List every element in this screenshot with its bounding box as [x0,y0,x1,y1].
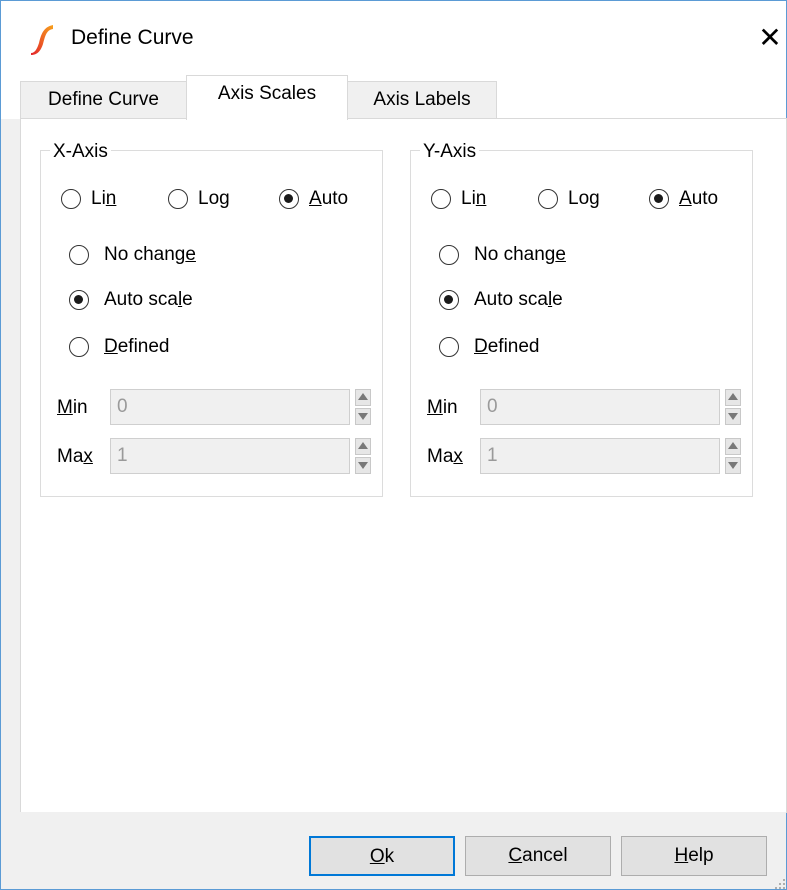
y-axis-max-label: Max [427,446,463,467]
x-axis-min-label: Min [57,397,88,418]
y-axis-scale-radio-1[interactable] [538,189,558,209]
x-axis-min-spinner[interactable] [355,389,371,425]
x-axis-range-label-0: No change [104,244,196,265]
y-axis-max-spinner[interactable] [725,438,741,474]
y-axis-title: Y-Axis [420,141,480,163]
x-axis-min-input[interactable]: 0 [110,389,350,425]
window-title: Define Curve [71,26,194,49]
x-axis-scale-label-0: Lin [91,188,117,209]
y-axis-scale-label-2: Auto [679,188,719,209]
x-axis-max-input[interactable]: 1 [110,438,350,474]
x-axis-scale-label-1: Log [198,188,230,209]
y-axis-scale-label-1: Log [568,188,600,209]
help-button[interactable]: Help [621,836,767,876]
spin-down-icon[interactable] [355,457,371,474]
tab-define-curve[interactable]: Define Curve [20,81,187,118]
app-logo-icon [31,25,53,55]
tab-axis-labels[interactable]: Axis Labels [347,81,497,118]
x-axis-range-label-1: Auto scale [104,289,193,310]
x-axis-scale-label-2: Auto [309,188,349,209]
y-axis-max-input[interactable]: 1 [480,438,720,474]
x-axis-range-radio-2[interactable] [69,337,89,357]
spin-up-icon[interactable] [355,389,371,406]
spin-down-icon[interactable] [725,408,741,425]
title-bar: Define Curve ✕ [1,1,786,77]
y-axis-range-radio-0[interactable] [439,245,459,265]
x-axis-scale-radio-0[interactable] [61,189,81,209]
y-axis-range-label-2: Defined [474,336,540,357]
tab-axis-scales[interactable]: Axis Scales [186,75,348,120]
x-axis-max-label: Max [57,446,93,467]
spin-up-icon[interactable] [355,438,371,455]
y-axis-scale-radio-2[interactable] [649,189,669,209]
spin-down-icon[interactable] [355,408,371,425]
x-axis-range-radio-1[interactable] [69,290,89,310]
spin-up-icon[interactable] [725,389,741,406]
x-axis-max-spinner[interactable] [355,438,371,474]
y-axis-scale-radio-0[interactable] [431,189,451,209]
resize-grip-icon[interactable] [774,877,786,889]
x-axis-range-label-2: Defined [104,336,170,357]
x-axis-title: X-Axis [50,141,111,163]
cancel-button[interactable]: Cancel [465,836,611,876]
y-axis-min-label: Min [427,397,458,418]
close-button[interactable]: ✕ [753,19,787,59]
ok-button[interactable]: Ok [309,836,455,876]
y-axis-range-label-0: No change [474,244,566,265]
y-axis-scale-label-0: Lin [461,188,487,209]
y-axis-range-radio-2[interactable] [439,337,459,357]
y-axis-min-input[interactable]: 0 [480,389,720,425]
y-axis-min-spinner[interactable] [725,389,741,425]
spin-down-icon[interactable] [725,457,741,474]
spin-up-icon[interactable] [725,438,741,455]
x-axis-scale-radio-2[interactable] [279,189,299,209]
y-axis-range-label-1: Auto scale [474,289,563,310]
x-axis-range-radio-0[interactable] [69,245,89,265]
x-axis-scale-radio-1[interactable] [168,189,188,209]
close-icon: ✕ [758,22,782,53]
y-axis-range-radio-1[interactable] [439,290,459,310]
